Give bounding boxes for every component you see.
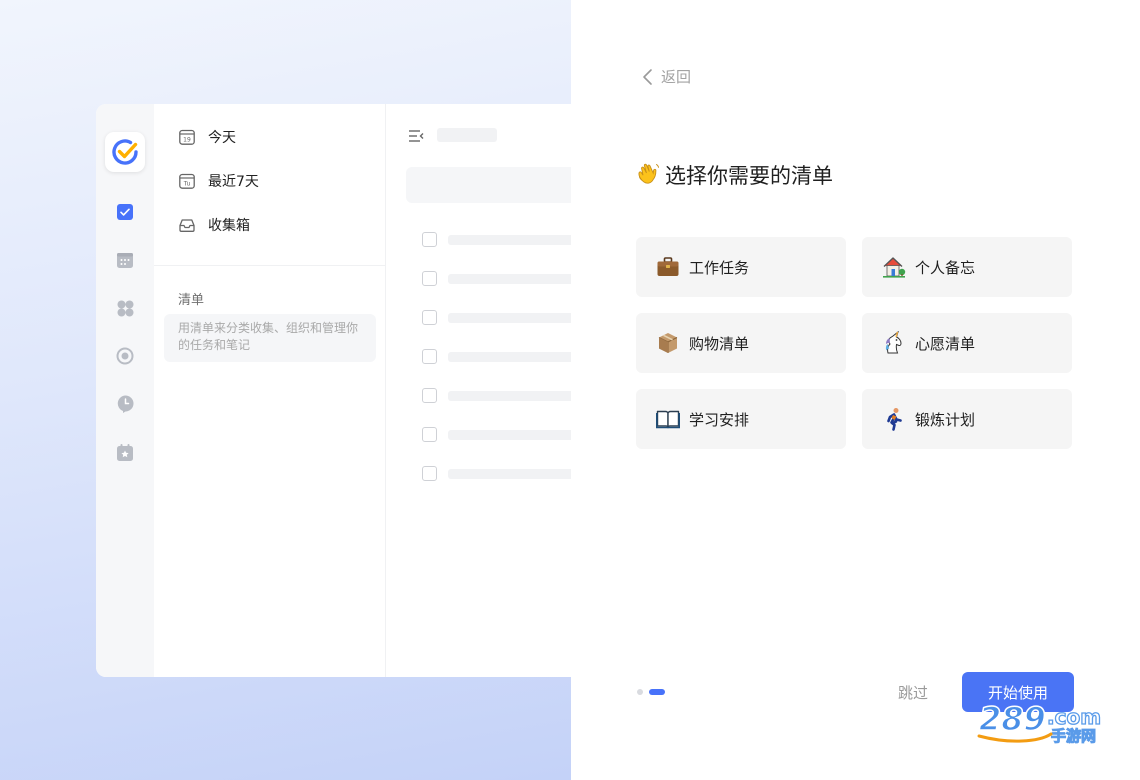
back-label: 返回 xyxy=(661,68,692,86)
task-row-placeholder xyxy=(422,232,571,248)
divider xyxy=(154,265,385,266)
svg-text:289: 289 xyxy=(979,700,1046,738)
app-rail xyxy=(96,104,155,677)
task-title-placeholder xyxy=(448,274,571,284)
add-task-placeholder xyxy=(406,167,571,203)
menu-fold-icon[interactable] xyxy=(408,128,424,147)
calendar-day-number: 19 xyxy=(183,137,191,144)
package-icon xyxy=(656,331,680,355)
title-placeholder xyxy=(437,128,497,142)
svg-text:.com: .com xyxy=(1047,705,1101,729)
briefcase-icon xyxy=(656,255,680,279)
house-with-garden-icon xyxy=(882,255,906,279)
sidebar-item-label: 收集箱 xyxy=(208,218,250,234)
skip-button[interactable]: 跳过 xyxy=(898,682,928,703)
title-text: 选择你需要的清单 xyxy=(665,164,833,188)
task-list-skeleton xyxy=(386,104,571,677)
task-row-placeholder xyxy=(422,427,571,443)
task-checkbox[interactable] xyxy=(422,271,437,286)
task-title-placeholder xyxy=(448,469,571,479)
option-workout-plan[interactable]: 锻炼计划 xyxy=(862,389,1072,449)
chevron-left-icon xyxy=(643,68,652,85)
calendar-day-abbr: Tu xyxy=(183,181,191,188)
lists-heading: 清单 xyxy=(178,293,205,308)
calendar-week-icon: Tu xyxy=(178,172,196,190)
option-study-plan[interactable]: 学习安排 xyxy=(636,389,846,449)
sidebar-item-today[interactable]: 19 今天 xyxy=(178,126,236,148)
unicorn-icon xyxy=(882,331,906,355)
task-title-placeholder xyxy=(448,430,571,440)
page-title: 选择你需要的清单 xyxy=(637,160,833,190)
option-label: 锻炼计划 xyxy=(915,410,976,429)
option-label: 学习安排 xyxy=(689,410,750,429)
sidebar-item-inbox[interactable]: 收集箱 xyxy=(178,214,250,236)
task-row-placeholder xyxy=(422,271,571,287)
lists-hint: 用清单来分类收集、组织和管理你的任务和笔记 xyxy=(164,314,376,362)
task-checkbox[interactable] xyxy=(422,427,437,442)
option-personal-memo[interactable]: 个人备忘 xyxy=(862,237,1072,297)
calendar-icon[interactable] xyxy=(116,251,134,269)
task-checkbox[interactable] xyxy=(422,388,437,403)
task-row-placeholder xyxy=(422,310,571,326)
calendar-today-icon: 19 xyxy=(178,128,196,146)
sidebar-item-label: 今天 xyxy=(208,130,236,146)
habit-icon[interactable] xyxy=(116,395,134,413)
sidebar-item-next7days[interactable]: Tu 最近7天 xyxy=(178,170,259,192)
page-dot[interactable] xyxy=(637,689,643,695)
task-title-placeholder xyxy=(448,391,571,401)
waving-hand-icon xyxy=(637,161,661,190)
page-dot-active[interactable] xyxy=(649,689,665,695)
option-wish-list[interactable]: 心愿清单 xyxy=(862,313,1072,373)
focus-icon[interactable] xyxy=(116,347,134,365)
task-checkbox[interactable] xyxy=(422,466,437,481)
app-preview: 19 今天 Tu 最近7天 收集箱 清单 用清单来分类收集、组织和管理你的任务和… xyxy=(96,104,571,677)
svg-text:手游网: 手游网 xyxy=(1051,727,1096,744)
open-book-icon xyxy=(656,407,680,431)
task-title-placeholder xyxy=(448,313,571,323)
option-label: 心愿清单 xyxy=(915,334,976,353)
task-row-placeholder xyxy=(422,349,571,365)
smart-list-panel: 19 今天 Tu 最近7天 收集箱 清单 用清单来分类收集、组织和管理你的任务和… xyxy=(154,104,386,677)
task-title-placeholder xyxy=(448,235,571,245)
option-label: 购物清单 xyxy=(689,334,750,353)
task-title-placeholder xyxy=(448,352,571,362)
onboarding-panel: 返回 选择你需要的清单 工作任务 个人备忘 购物清单 心愿清单 学习安排 锻炼计… xyxy=(571,0,1140,780)
option-label: 工作任务 xyxy=(689,258,750,277)
site-watermark-logo: 289 .com 手游网 xyxy=(977,700,1102,744)
matrix-icon[interactable] xyxy=(116,299,134,317)
task-row-placeholder xyxy=(422,388,571,404)
task-row-placeholder xyxy=(422,466,571,482)
option-shopping-list[interactable]: 购物清单 xyxy=(636,313,846,373)
task-check-icon[interactable] xyxy=(116,203,134,221)
task-checkbox[interactable] xyxy=(422,310,437,325)
sidebar-item-label: 最近7天 xyxy=(208,174,259,190)
countdown-icon[interactable] xyxy=(116,443,134,461)
preview-background: 19 今天 Tu 最近7天 收集箱 清单 用清单来分类收集、组织和管理你的任务和… xyxy=(0,0,571,780)
inbox-icon xyxy=(178,216,196,234)
task-checkbox[interactable] xyxy=(422,349,437,364)
runner-icon xyxy=(882,407,906,431)
app-logo-icon xyxy=(105,132,145,172)
option-work-tasks[interactable]: 工作任务 xyxy=(636,237,846,297)
back-button[interactable]: 返回 xyxy=(641,66,691,87)
task-checkbox[interactable] xyxy=(422,232,437,247)
option-label: 个人备忘 xyxy=(915,258,976,277)
